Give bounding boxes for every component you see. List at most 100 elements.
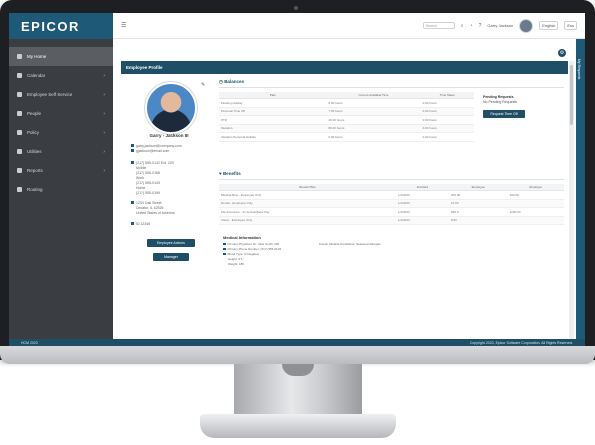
address-line: Decatur, IL 62526 — [136, 206, 164, 210]
language-select[interactable]: English — [539, 21, 559, 30]
id-line: ID 12345 — [131, 222, 150, 226]
email-icon — [131, 149, 134, 152]
gear-icon[interactable]: ⚙ — [558, 49, 566, 57]
search-input[interactable]: Search — [422, 22, 455, 29]
sidebar-item-employee-self-service[interactable]: Employee Self Service › — [9, 85, 113, 104]
table-row[interactable]: Vision - Employee Only 1/1/2023 8.00 — [219, 216, 564, 225]
hamburger-menu-icon[interactable]: ☰ — [121, 22, 126, 29]
sidebar-item-routing[interactable]: Routing — [9, 180, 113, 199]
app-screen: EPICOR My Home Calendar › Employee Self … — [9, 13, 585, 346]
table-row[interactable]: Life Insurance - 2x Annual Base Pay 1/1/2… — [219, 207, 564, 217]
table-row[interactable]: Floating Holiday 8.00 hours 0.00 hours — [219, 98, 474, 108]
phone-label: Work — [136, 176, 145, 180]
balances-title: ◷ Balances — [219, 79, 244, 84]
table-row[interactable]: Vacation Personal Holiday 0.00 hours 0.00 … — [219, 132, 474, 142]
benefits-title: ♥ Benefits — [219, 171, 241, 176]
table-row[interactable]: Personal Time Off 7.50 hours 0.00 hours — [219, 107, 474, 116]
pending-requests-value: No Pending Requests — [483, 100, 518, 104]
medical-line: Primary Physician: Dr. Jane Smith, MD — [223, 242, 279, 246]
balances-table: Plan Current Available Time Time Taken F… — [219, 92, 474, 142]
phone-icon — [131, 161, 134, 164]
my-requests-drawer-tab[interactable]: My Requests — [576, 39, 585, 339]
notification-bell-icon[interactable]: ◔ — [470, 23, 473, 29]
table-row[interactable]: Dental - Employee Only 1/1/2023 12.00 — [219, 199, 564, 208]
sidebar: EPICOR My Home Calendar › Employee Self … — [9, 13, 113, 346]
people-icon — [17, 111, 22, 116]
sidebar-item-policy[interactable]: Policy › — [9, 123, 113, 142]
bullet-icon — [223, 252, 226, 255]
top-bar-right: Search ⌕ ◔ ? Garry Jackson English Ess — [422, 18, 577, 33]
page-title: Employee Profile — [126, 65, 163, 70]
bullet-icon — [223, 247, 226, 250]
user-avatar[interactable] — [519, 18, 534, 33]
sidebar-item-people[interactable]: People › — [9, 104, 113, 123]
page-title-bar: Employee Profile — [121, 61, 568, 74]
scrollbar-thumb[interactable] — [570, 65, 573, 125]
bullet-icon — [223, 242, 226, 245]
table-row[interactable]: PTO 40.00 hours 0.00 hours — [219, 115, 474, 125]
app-footer: HCM 2023 Copyright 2023, Epicor Software… — [9, 339, 585, 346]
top-bar: ☰ Search ⌕ ◔ ? Garry Jackson English Ess — [113, 13, 585, 39]
pending-requests-label: Pending Requests — [483, 95, 514, 99]
employee-photo — [145, 82, 197, 134]
email-icon — [131, 144, 134, 147]
medical-line: Blood Type: O Negative — [223, 252, 259, 256]
badge-icon — [131, 222, 134, 225]
sidebar-item-utilities[interactable]: Utilities › — [9, 142, 113, 161]
phone-value: (217) 555-0199 — [136, 191, 160, 195]
email-line[interactable]: gjackson@email.com — [131, 149, 169, 153]
monitor-bezel: EPICOR My Home Calendar › Employee Self … — [0, 0, 595, 360]
employee-name: Garry - Jackson III — [149, 133, 189, 138]
monitor-stand-base — [200, 414, 396, 438]
user-name[interactable]: Garry Jackson — [487, 23, 513, 28]
drawer-label: My Requests — [577, 59, 581, 80]
divider — [219, 87, 564, 88]
role-select[interactable]: Ess — [564, 21, 577, 30]
chevron-right-icon: › — [103, 148, 105, 155]
medical-info-title: Medical Information — [223, 235, 261, 240]
sidebar-item-calendar[interactable]: Calendar › — [9, 66, 113, 85]
edit-pencil-icon[interactable]: ✎ — [201, 82, 205, 88]
search-icon[interactable]: ⌕ — [461, 23, 464, 29]
footer-version: HCM 2023 — [21, 340, 38, 345]
employee-actions-button[interactable]: Employee Actions — [147, 239, 195, 247]
chevron-right-icon: › — [103, 72, 105, 79]
table-row[interactable]: Medical Blue - Employee Only 1/1/2023 200.… — [219, 190, 564, 200]
logo-bar: EPICOR — [9, 13, 113, 39]
benefits-table: Benefit Plan Enrolled Employee Employer … — [219, 184, 564, 225]
medical-line: Height: 6'1" — [228, 257, 244, 261]
request-time-off-button[interactable]: Request Time Off — [483, 110, 525, 118]
chevron-right-icon: › — [103, 110, 105, 117]
routing-icon — [17, 187, 22, 192]
chevron-right-icon: › — [103, 167, 105, 174]
sidebar-item-reports[interactable]: Reports › — [9, 161, 113, 180]
medical-line: Weight: 185 — [228, 262, 244, 266]
help-icon[interactable]: ? — [479, 23, 482, 29]
divider — [219, 179, 564, 180]
email-line[interactable]: garry.jackson@company.com — [131, 144, 182, 148]
phone-value: (217) 555-0188 — [136, 171, 160, 175]
manager-button[interactable]: Manager — [153, 253, 189, 261]
medical-line: Primary Phone Number: (217) 555-0123 — [223, 247, 281, 251]
location-icon — [131, 201, 134, 204]
address-line: 1234 Oak Street — [131, 201, 162, 205]
footer-copyright: Copyright 2023, Epicor Software Corporat… — [469, 340, 573, 345]
home-icon — [17, 54, 22, 59]
medical-conditions: Known Medical Conditions: Seasonal Aller… — [319, 242, 381, 246]
chart-icon — [17, 168, 22, 173]
sidebar-item-my-home[interactable]: My Home — [9, 47, 113, 66]
phone-line: (217) 555-0142 Ext. 203 — [131, 161, 174, 165]
scrollbar[interactable] — [569, 61, 574, 339]
calendar-icon — [17, 73, 22, 78]
epicor-logo[interactable]: EPICOR — [21, 19, 80, 34]
monitor-chin — [0, 346, 595, 364]
chevron-right-icon: › — [103, 91, 105, 98]
phone-label: Mobile — [136, 166, 147, 170]
phone-value: (217) 555-0143 — [136, 181, 160, 185]
profile-card: ✎ Garry - Jackson III garry.jackson@comp… — [121, 74, 211, 284]
table-row[interactable]: Vacation 80.00 hours 0.00 hours — [219, 124, 474, 133]
phone-label: Home — [136, 186, 146, 190]
policy-icon — [17, 130, 22, 135]
chevron-right-icon: › — [103, 129, 105, 136]
tools-icon — [17, 149, 22, 154]
